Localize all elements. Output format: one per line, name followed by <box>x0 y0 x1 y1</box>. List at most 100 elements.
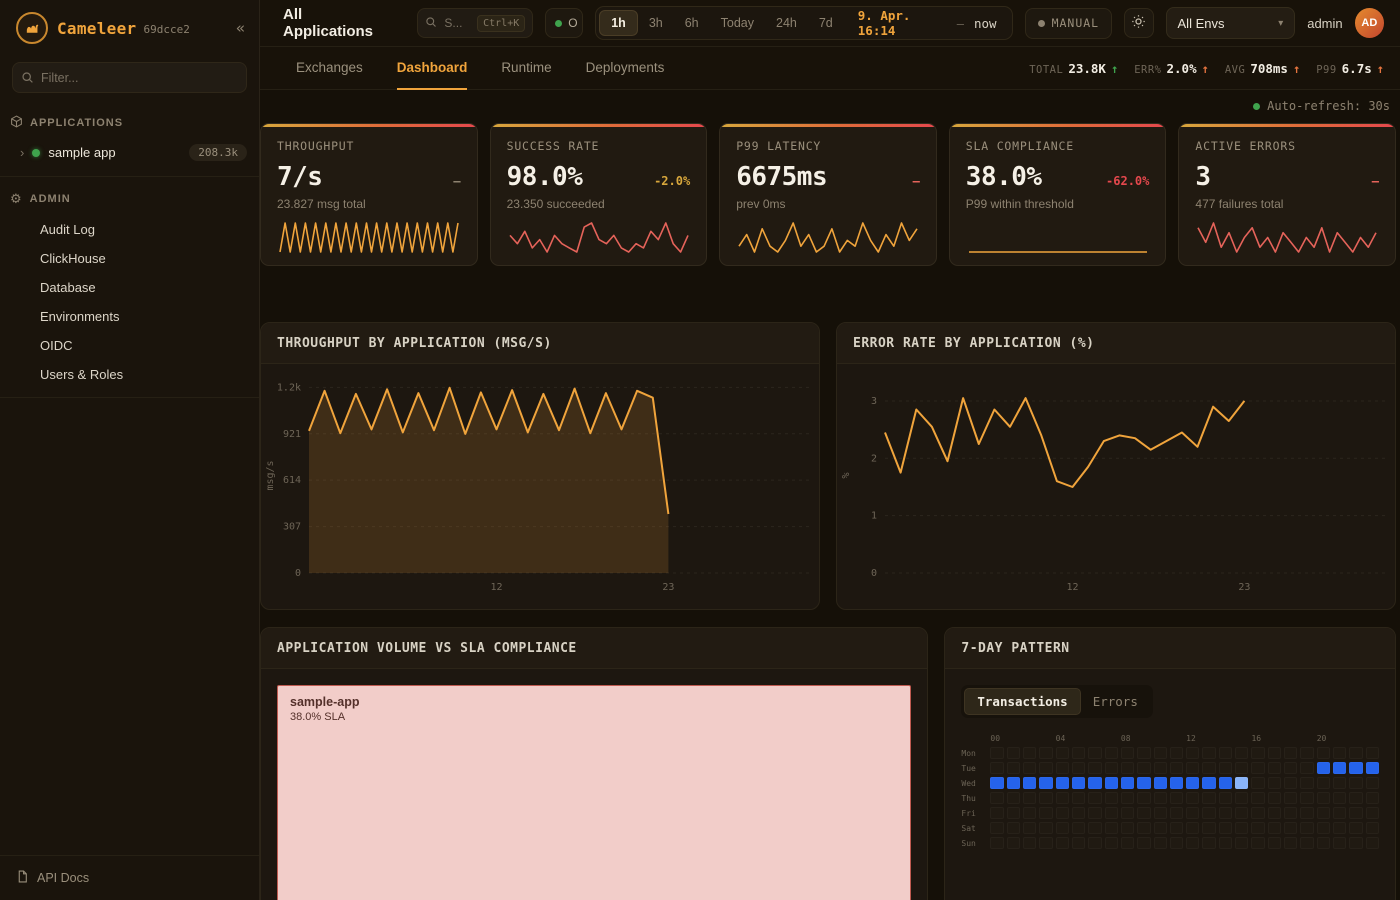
tab-dashboard[interactable]: Dashboard <box>397 47 468 90</box>
heatmap-day-label: Wed <box>961 777 987 789</box>
heatmap-cell <box>1105 762 1118 774</box>
stat-err-rate: ERR%2.0%↑ <box>1134 61 1209 76</box>
heatmap-cell <box>1186 822 1199 834</box>
app-name: Cameleer <box>57 19 136 38</box>
heatmap-cell <box>1088 762 1101 774</box>
heatmap-cell <box>1007 837 1020 849</box>
svg-text:12: 12 <box>1066 582 1078 593</box>
build-hash: 69dcce2 <box>143 23 189 36</box>
sidebar-collapse-button[interactable]: « <box>236 19 245 37</box>
heatmap-cell <box>1202 807 1215 819</box>
range-start-datetime[interactable]: 9. Apr. 16:14 <box>844 8 955 38</box>
heatmap-cell <box>1105 837 1118 849</box>
tab-transactions[interactable]: Transactions <box>964 688 1080 715</box>
heatmap-cell <box>1186 792 1199 804</box>
heatmap-cell <box>1349 777 1362 789</box>
stat-delta: – <box>1372 174 1379 188</box>
heatmap-cell <box>1105 777 1118 789</box>
range-button-7d[interactable]: 7d <box>808 11 844 35</box>
stat-cards-row: THROUGHPUT 7/s – 23.827 msg total SUCCES… <box>260 123 1396 266</box>
heatmap-cell <box>1039 762 1052 774</box>
online-status-label: O <box>568 16 577 30</box>
heatmap-cell <box>1251 792 1264 804</box>
stat-value: 38.0% <box>966 162 1042 192</box>
treemap-node-sample-app[interactable]: sample-app 38.0% SLA <box>277 685 911 900</box>
sidebar-header: Cameleer 69dcce2 « <box>0 0 259 56</box>
stat-delta: – <box>453 174 460 188</box>
svg-text:614: 614 <box>283 475 301 486</box>
heatmap-cell <box>1023 807 1036 819</box>
heatmap-cell <box>1349 792 1362 804</box>
stat-total: TOTAL23.8K↑ <box>1029 61 1118 76</box>
heatmap-cell <box>1186 762 1199 774</box>
api-docs-link[interactable]: API Docs <box>0 855 259 900</box>
heatmap-cell <box>990 762 1003 774</box>
heatmap-cell <box>1251 807 1264 819</box>
heatmap-cell <box>1088 822 1101 834</box>
heatmap-cell <box>1007 762 1020 774</box>
heatmap-cell <box>1039 807 1052 819</box>
tab-deployments[interactable]: Deployments <box>586 47 665 90</box>
heatmap-cell <box>1186 807 1199 819</box>
heatmap-cell <box>1235 837 1248 849</box>
refresh-mode-button[interactable]: MANUAL <box>1025 8 1113 39</box>
heatmap-cell <box>1154 837 1167 849</box>
sparkline-chart <box>966 220 1150 255</box>
sidebar-item-users-roles[interactable]: Users & Roles <box>0 360 259 389</box>
heatmap-cell <box>1056 837 1069 849</box>
tab-runtime[interactable]: Runtime <box>501 47 551 90</box>
heatmap-cell <box>1268 837 1281 849</box>
sidebar-filter-input[interactable] <box>12 62 247 93</box>
error-rate-line-chart: 32101223% <box>837 364 1395 609</box>
sidebar-item-database[interactable]: Database <box>0 273 259 302</box>
arrow-up-icon: ↑ <box>1377 62 1384 76</box>
camel-logo-icon <box>16 12 48 44</box>
heatmap-cell <box>1251 777 1264 789</box>
heatmap-cell <box>1235 792 1248 804</box>
sidebar-item-clickhouse[interactable]: ClickHouse <box>0 244 259 273</box>
range-button-3h[interactable]: 3h <box>638 11 674 35</box>
range-button-24h[interactable]: 24h <box>765 11 808 35</box>
heatmap-cell <box>1317 807 1330 819</box>
heatmap-cell <box>1333 747 1346 759</box>
sidebar-item-sample-app[interactable]: › sample app 208.3k <box>0 139 259 168</box>
range-button-today[interactable]: Today <box>710 11 765 35</box>
heatmap-cell <box>1251 747 1264 759</box>
heatmap-cell <box>1202 792 1215 804</box>
heatmap-cell <box>1170 807 1183 819</box>
heatmap-cell <box>1023 822 1036 834</box>
heatmap-cell <box>1317 777 1330 789</box>
range-button-6h[interactable]: 6h <box>674 11 710 35</box>
status-dot <box>32 149 40 157</box>
heatmap-cell <box>1088 777 1101 789</box>
heatmap-cell <box>990 807 1003 819</box>
throughput-chart-panel: THROUGHPUT BY APPLICATION (MSG/S) 1.2k92… <box>260 322 820 610</box>
user-avatar[interactable]: AD <box>1355 8 1384 38</box>
svg-text:921: 921 <box>283 429 301 440</box>
svg-text:1: 1 <box>871 511 877 522</box>
chevron-right-icon: › <box>20 145 24 160</box>
heatmap-cell <box>1039 777 1052 789</box>
heatmap-cell <box>1219 777 1232 789</box>
heatmap-cell <box>1154 777 1167 789</box>
tab-errors[interactable]: Errors <box>1081 688 1150 715</box>
sidebar-item-audit-log[interactable]: Audit Log <box>0 215 259 244</box>
heatmap-cell <box>1186 747 1199 759</box>
range-end-now[interactable]: now <box>966 16 1009 31</box>
tab-exchanges[interactable]: Exchanges <box>296 47 363 90</box>
seven-day-pattern-panel: 7-DAY PATTERN Transactions Errors 000408… <box>944 627 1396 900</box>
heatmap-hour-label: 16 <box>1251 734 1313 744</box>
stat-card-active-errors: ACTIVE ERRORS 3 – 477 failures total <box>1178 123 1396 266</box>
theme-toggle-button[interactable] <box>1124 8 1153 38</box>
heatmap-cell <box>1366 792 1379 804</box>
charts-row: THROUGHPUT BY APPLICATION (MSG/S) 1.2k92… <box>260 322 1396 610</box>
range-button-1h[interactable]: 1h <box>599 10 638 36</box>
sidebar-item-environments[interactable]: Environments <box>0 302 259 331</box>
global-search-input[interactable]: S... Ctrl+K <box>417 8 533 38</box>
panel-title: 7-DAY PATTERN <box>961 641 1069 656</box>
stat-delta: -2.0% <box>654 174 690 188</box>
sidebar-item-oidc[interactable]: OIDC <box>0 331 259 360</box>
treemap-node-name: sample-app <box>290 695 898 709</box>
env-select[interactable]: All Envs ▾ <box>1166 7 1296 39</box>
heatmap-cell <box>1088 837 1101 849</box>
